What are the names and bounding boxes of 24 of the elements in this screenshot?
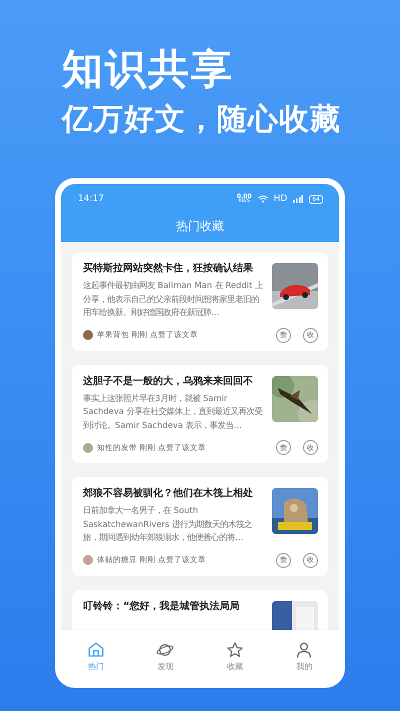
article-summary: 事实上这张照片早在3月时，就被 Samir Sachdeva 分享在社交媒体上，直到最近又再次受到讨论。Samir Sachdeva 表示，事发当… — [83, 392, 264, 432]
tab[interactable]: 我的 — [270, 630, 339, 682]
article-card[interactable]: 叮铃铃：“您好，我是城管执法局局 — [72, 590, 328, 630]
article-summary: 这起事件最初由网友 Ballman Man 在 Reddit 上分享，他表示自己的父亲前段时间想将家里老旧的用车给换新。刚好德国政府在新冠肺… — [83, 279, 264, 319]
signal-icon — [293, 195, 304, 203]
tab[interactable]: 收藏 — [200, 630, 270, 682]
status-time: 14:17 — [78, 194, 105, 204]
home-icon — [86, 640, 105, 658]
network-type: HD — [274, 194, 288, 204]
article-title: 叮铃铃：“您好，我是城管执法局局 — [83, 600, 241, 614]
avatar-icon — [83, 330, 93, 340]
tab[interactable]: 发现 — [130, 630, 200, 682]
hero-title: 知识共享 — [62, 44, 235, 94]
avatar-icon — [83, 555, 93, 565]
article-title: 买特斯拉网站突然卡住，狂按确认结果 — [83, 262, 254, 276]
hero-subtitle: 亿万好文，随心收藏 — [62, 101, 342, 139]
article-summary: 日前加拿大一名男子，在 South SaskatchewanRivers 进行为期数天的木筏之旅，期间遇到幼年郊狼溺水，他便善心的将… — [83, 504, 254, 544]
wifi-icon — [258, 195, 268, 203]
star-icon — [226, 640, 244, 658]
article-title: 这胆子不是一般的大，乌鸦来来回回不 — [83, 374, 254, 388]
article-title: 郊狼不容易被驯化？他们在木筏上相处 — [83, 486, 254, 501]
person-icon — [295, 640, 314, 658]
page-title: 热门收藏 — [175, 218, 225, 235]
avatar-icon — [83, 442, 93, 452]
